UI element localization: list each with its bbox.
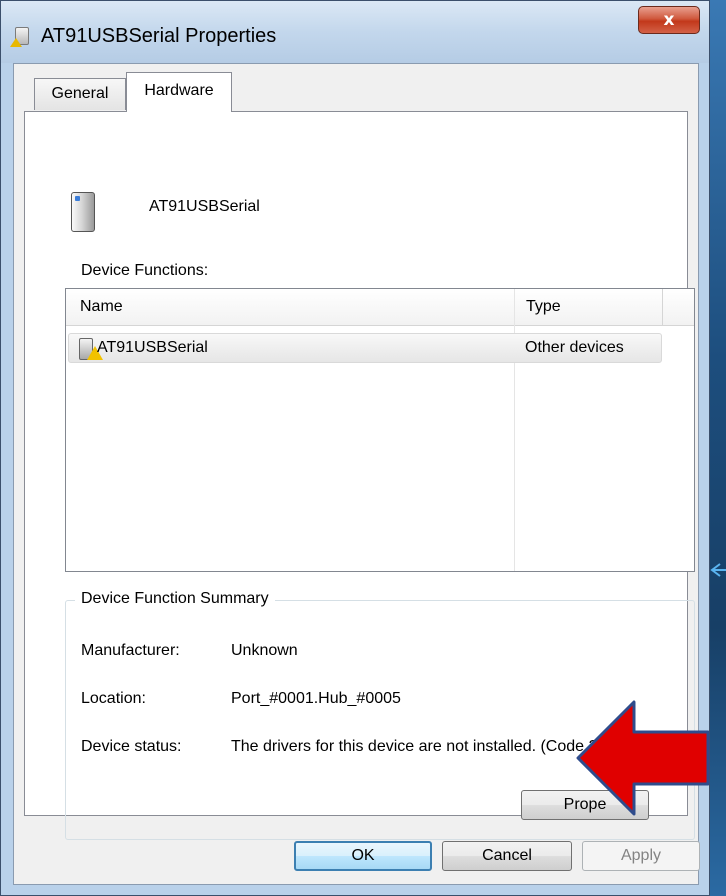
- summary-title: Device Function Summary: [75, 590, 275, 608]
- device-status-value: The drivers for this device are not inst…: [231, 738, 612, 755]
- red-arrow-shape: [576, 700, 710, 816]
- title-bar[interactable]: AT91USBSerial Properties x: [1, 1, 709, 63]
- window-title: AT91USBSerial Properties: [41, 25, 277, 47]
- tab-general[interactable]: General: [34, 78, 126, 110]
- device-warning-icon: [10, 27, 29, 47]
- ok-button[interactable]: OK: [294, 841, 432, 871]
- location-label: Location:: [81, 690, 146, 707]
- device-functions-label: Device Functions:: [81, 262, 209, 279]
- column-header-type[interactable]: Type: [526, 289, 561, 325]
- device-name: AT91USBSerial: [149, 198, 260, 215]
- manufacturer-value: Unknown: [231, 642, 298, 659]
- usb-device-icon: [71, 192, 95, 232]
- device-status-label: Device status:: [81, 738, 182, 755]
- manufacturer-label: Manufacturer:: [81, 642, 180, 659]
- list-item-type: Other devices: [525, 339, 624, 356]
- column-divider: [514, 289, 515, 571]
- cancel-button[interactable]: Cancel: [442, 841, 572, 871]
- red-arrow-annotation: [576, 700, 710, 816]
- location-value: Port_#0001.Hub_#0005: [231, 690, 401, 707]
- device-functions-list[interactable]: Name Type AT91USBSerial Other devices: [65, 288, 695, 572]
- resize-arrow-icon: [710, 563, 726, 577]
- close-button[interactable]: x: [638, 6, 700, 34]
- list-header: Name Type: [66, 289, 694, 326]
- column-header-name[interactable]: Name: [80, 289, 123, 325]
- list-item[interactable]: AT91USBSerial Other devices: [68, 333, 662, 363]
- tab-hardware[interactable]: Hardware: [126, 72, 232, 112]
- apply-button[interactable]: Apply: [582, 841, 700, 871]
- desktop-background: [710, 0, 726, 896]
- header-divider: [662, 289, 663, 325]
- list-item-name: AT91USBSerial: [97, 339, 208, 356]
